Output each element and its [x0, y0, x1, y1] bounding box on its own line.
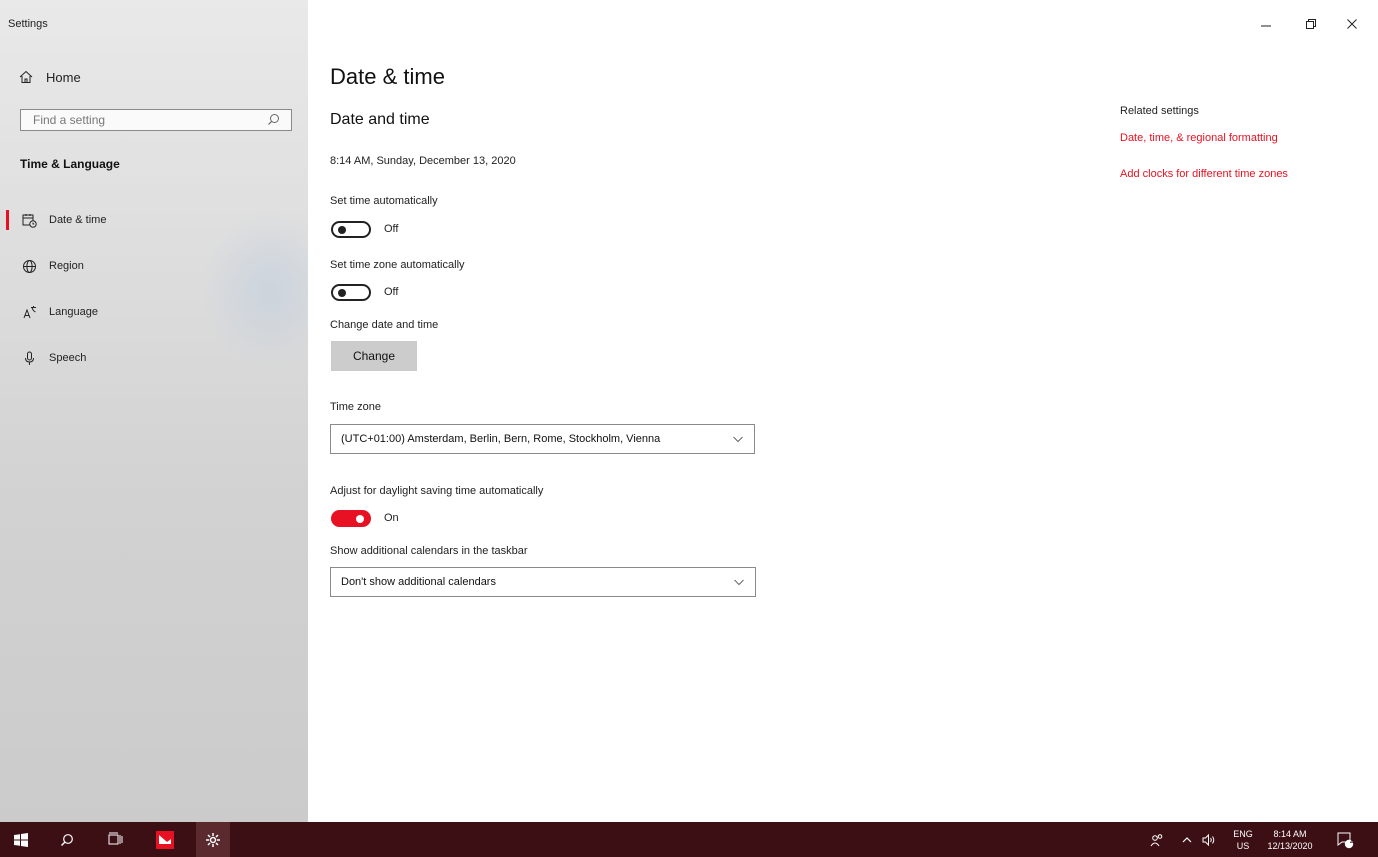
toggle-knob: [356, 515, 364, 523]
sidebar-item-label: Speech: [49, 352, 87, 364]
clock[interactable]: 8:14 AM 12/13/2020: [1258, 828, 1322, 852]
regional-formatting-link[interactable]: Date, time, & regional formatting: [1120, 132, 1278, 144]
sidebar-item-label: Date & time: [49, 214, 107, 226]
chevron-down-icon: [732, 433, 744, 445]
section-heading: Date and time: [330, 111, 430, 128]
people-button[interactable]: [1144, 822, 1170, 857]
app-title: Settings: [8, 18, 48, 30]
search-input[interactable]: [31, 112, 267, 128]
time-zone-label: Time zone: [330, 401, 381, 413]
page-title: Date & time: [330, 64, 445, 89]
set-time-auto-toggle[interactable]: [331, 221, 371, 238]
sidebar-item-date-time[interactable]: Date & time: [0, 206, 308, 234]
start-button[interactable]: [4, 822, 38, 857]
sidebar-item-label: Language: [49, 306, 98, 318]
home-button[interactable]: Home: [18, 66, 81, 88]
current-datetime: 8:14 AM, Sunday, December 13, 2020: [330, 155, 516, 167]
daylight-saving-label: Adjust for daylight saving time automati…: [330, 485, 544, 497]
sidebar-item-region[interactable]: Region: [0, 252, 308, 280]
app-taskbar-button[interactable]: [148, 822, 182, 857]
search-icon[interactable]: [267, 113, 281, 127]
restore-button[interactable]: [1301, 14, 1321, 34]
keyboard-layout: US: [1236, 841, 1250, 851]
notification-count: 2: [1349, 836, 1355, 845]
task-view-icon: [108, 832, 122, 845]
time-zone-value: (UTC+01:00) Amsterdam, Berlin, Bern, Rom…: [341, 433, 661, 445]
action-center-button[interactable]: 2: [1330, 822, 1360, 857]
time-zone-dropdown[interactable]: (UTC+01:00) Amsterdam, Berlin, Bern, Rom…: [330, 424, 755, 454]
change-datetime-label: Change date and time: [330, 319, 439, 331]
section-title: Time & Language: [20, 157, 120, 171]
add-clocks-link[interactable]: Add clocks for different time zones: [1120, 168, 1288, 180]
calendars-value: Don't show additional calendars: [341, 576, 496, 588]
chevron-up-icon: [1182, 836, 1192, 842]
speaker-icon: [1202, 833, 1215, 846]
set-timezone-auto-toggle[interactable]: [331, 284, 371, 301]
language-indicator[interactable]: ENG US: [1230, 828, 1256, 852]
clock-time: 8:14 AM: [1273, 829, 1307, 839]
toggle-knob: [338, 289, 346, 297]
set-time-auto-label: Set time automatically: [330, 195, 438, 207]
home-label: Home: [46, 69, 81, 85]
microphone-icon: [21, 350, 37, 366]
calendars-label: Show additional calendars in the taskbar: [330, 545, 528, 557]
change-button[interactable]: Change: [331, 341, 417, 371]
daylight-saving-toggle[interactable]: [331, 510, 371, 527]
sidebar: Settings Home Time & Language Date & tim…: [0, 0, 308, 822]
home-icon: [18, 69, 34, 85]
toggle-knob: [338, 226, 346, 234]
taskbar: ENG US 8:14 AM 12/13/2020 2: [0, 822, 1378, 857]
set-timezone-auto-state: Off: [384, 286, 399, 298]
language-icon: [21, 304, 37, 320]
active-indicator: [6, 210, 9, 230]
related-settings-title: Related settings: [1120, 105, 1199, 117]
close-button[interactable]: [1342, 14, 1362, 34]
search-box[interactable]: [20, 109, 292, 131]
volume-button[interactable]: [1197, 822, 1221, 857]
calendars-dropdown[interactable]: Don't show additional calendars: [330, 567, 756, 597]
task-view-button[interactable]: [98, 822, 132, 857]
set-timezone-auto-label: Set time zone automatically: [330, 259, 465, 271]
sidebar-item-language[interactable]: Language: [0, 298, 308, 326]
calendar-clock-icon: [21, 212, 37, 228]
app-icon: [156, 830, 174, 849]
people-icon: [1150, 833, 1163, 846]
sidebar-item-speech[interactable]: Speech: [0, 344, 308, 372]
settings-taskbar-button[interactable]: [196, 822, 230, 857]
search-icon: [61, 833, 73, 846]
clock-date: 12/13/2020: [1267, 841, 1313, 851]
show-hidden-icons-button[interactable]: [1175, 822, 1199, 857]
daylight-saving-state: On: [384, 512, 399, 524]
minimize-button[interactable]: [1256, 14, 1276, 34]
gear-icon: [206, 832, 220, 847]
globe-icon: [21, 258, 37, 274]
sidebar-item-label: Region: [49, 260, 84, 272]
settings-window: Settings Home Time & Language Date & tim…: [0, 0, 1378, 822]
taskbar-search-button[interactable]: [50, 822, 84, 857]
set-time-auto-state: Off: [384, 223, 399, 235]
windows-icon: [14, 832, 28, 847]
language-code: ENG: [1233, 829, 1253, 839]
chevron-down-icon: [733, 576, 745, 588]
